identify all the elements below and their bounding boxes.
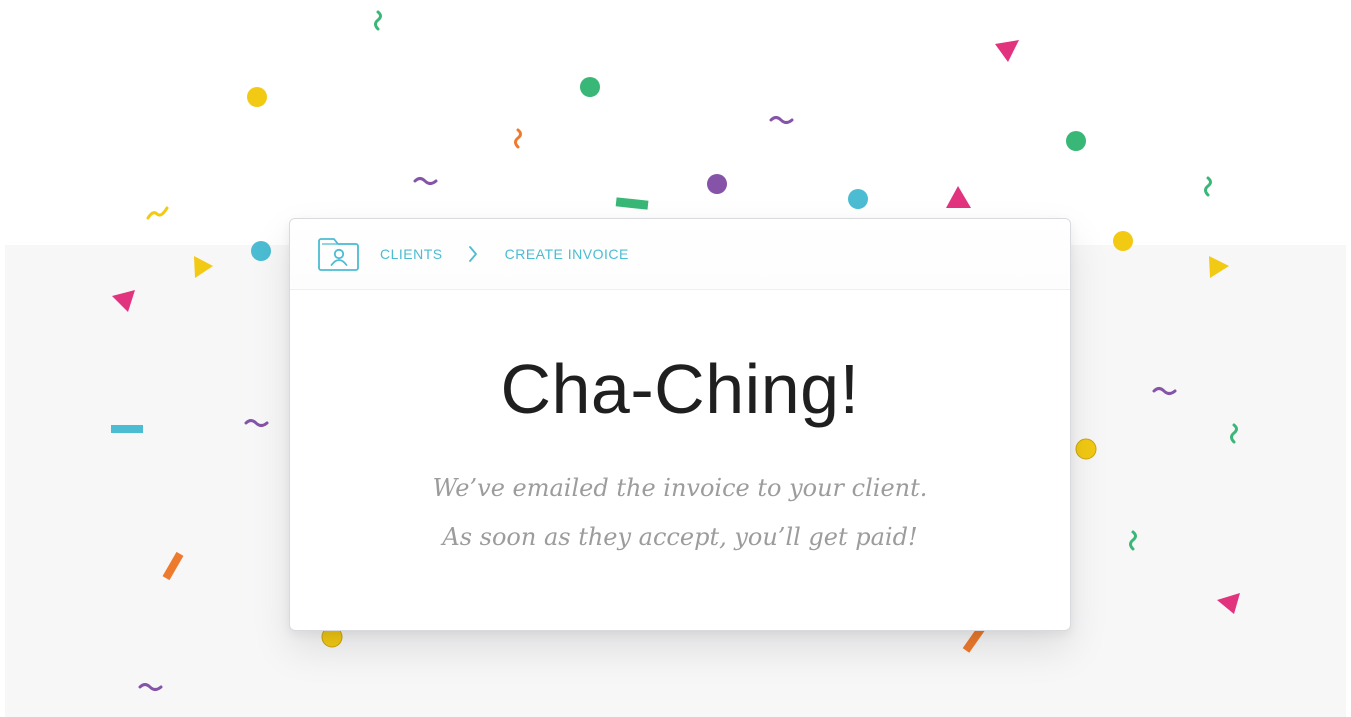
confetti-dot xyxy=(848,189,868,209)
confetti-dot xyxy=(247,87,267,107)
confetti-dot xyxy=(707,174,727,194)
confetti-triangle xyxy=(995,40,1019,62)
confetti-squiggle xyxy=(244,419,269,427)
confetti-squiggle xyxy=(769,116,794,124)
confetti-dot xyxy=(1075,438,1097,460)
client-folder-icon[interactable] xyxy=(316,235,362,273)
confirmation-message-line: As soon as they accept, you’ll get paid! xyxy=(442,523,918,551)
confetti-dot xyxy=(251,241,271,261)
confetti-strip xyxy=(615,197,649,210)
confirmation-message-line: We’ve emailed the invoice to your client… xyxy=(432,474,928,502)
confetti-dot xyxy=(1066,131,1086,151)
confetti-triangle xyxy=(1217,593,1240,614)
page-title: Cha-Ching! xyxy=(500,350,860,428)
breadcrumb-clients-link[interactable]: CLIENTS xyxy=(380,246,443,262)
confetti-strip xyxy=(111,425,143,433)
confetti-triangle xyxy=(112,290,135,312)
confetti-dot xyxy=(580,77,600,97)
confetti-squiggle xyxy=(374,10,382,31)
confirmation-body: Cha-Ching! We’ve emailed the invoice to … xyxy=(290,290,1070,562)
confetti-squiggle xyxy=(146,206,169,220)
chevron-right-icon xyxy=(467,244,483,264)
confetti-strip xyxy=(162,551,184,581)
confetti-triangle xyxy=(946,186,971,208)
confetti-dot xyxy=(1113,231,1133,251)
confetti-triangle xyxy=(1209,256,1229,278)
confetti-squiggle xyxy=(138,683,163,691)
confetti-squiggle xyxy=(514,128,522,149)
breadcrumb-create-invoice[interactable]: CREATE INVOICE xyxy=(505,246,629,262)
confetti-squiggle xyxy=(1230,423,1238,444)
confetti-squiggle xyxy=(1204,176,1212,197)
confetti-triangle xyxy=(194,256,213,278)
breadcrumb: CLIENTS CREATE INVOICE xyxy=(290,219,1070,290)
confetti-squiggle xyxy=(1129,530,1137,551)
confetti-squiggle xyxy=(1152,387,1177,395)
confirmation-card: CLIENTS CREATE INVOICE Cha-Ching! We’ve … xyxy=(289,218,1071,631)
confetti-squiggle xyxy=(413,177,438,185)
